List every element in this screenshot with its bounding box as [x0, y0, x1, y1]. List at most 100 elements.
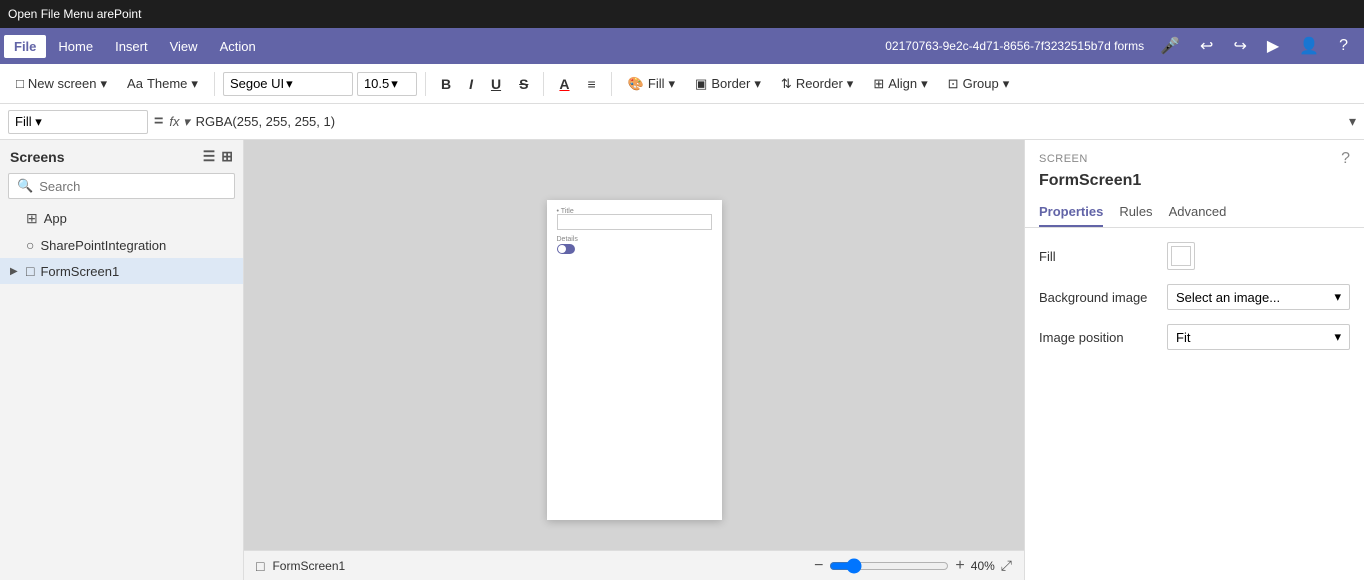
- menu-view[interactable]: View: [160, 35, 208, 58]
- text-align-button[interactable]: ≡: [581, 73, 603, 95]
- right-panel-title: FormScreen1: [1025, 172, 1364, 198]
- app-id: 02170763-9e2c-4d71-8656-7f3232515b7d for…: [885, 39, 1144, 53]
- mic-icon[interactable]: 🎤: [1156, 34, 1184, 58]
- zoom-slider[interactable]: [829, 558, 949, 574]
- group-chevron-icon: ▾: [1003, 76, 1010, 92]
- font-size-chevron-icon: ▾: [391, 76, 398, 92]
- reorder-button[interactable]: ⇅ Reorder ▾: [773, 72, 861, 96]
- background-image-property-row: Background image Select an image... ▾: [1039, 284, 1350, 310]
- underline-button[interactable]: U: [484, 73, 508, 95]
- search-box[interactable]: 🔍: [8, 173, 235, 199]
- fill-label: Fill: [1039, 249, 1159, 264]
- canvas-frame: • Title Details: [547, 200, 722, 520]
- menu-file[interactable]: File: [4, 35, 46, 58]
- toolbar-separator-4: [611, 72, 612, 96]
- font-family-dropdown[interactable]: Segoe UI ▾: [223, 72, 353, 96]
- image-position-property-row: Image position Fit ▾: [1039, 324, 1350, 350]
- screens-title: Screens: [10, 149, 64, 165]
- canvas-title-input: [557, 214, 712, 230]
- formscreen1-chevron-icon: ▶: [10, 266, 20, 277]
- formula-expand-icon[interactable]: ▾: [1349, 113, 1356, 130]
- undo-icon[interactable]: ↩: [1196, 34, 1217, 58]
- bold-button[interactable]: B: [434, 73, 458, 95]
- app-icon: ⊞: [26, 210, 38, 227]
- fill-value: [1167, 242, 1350, 270]
- reorder-icon: ⇅: [781, 76, 792, 92]
- tree-item-formscreen1[interactable]: ▶ □ FormScreen1: [0, 258, 243, 284]
- tab-rules[interactable]: Rules: [1119, 198, 1152, 227]
- menu-bar-right: 02170763-9e2c-4d71-8656-7f3232515b7d for…: [885, 34, 1360, 58]
- play-icon[interactable]: ▶: [1263, 34, 1283, 58]
- new-screen-icon: □: [16, 76, 24, 91]
- fill-chevron-icon: ▾: [669, 76, 676, 92]
- formula-input[interactable]: [196, 114, 1343, 129]
- toolbar-separator-1: [214, 72, 215, 96]
- new-screen-button[interactable]: □ New screen ▾: [8, 72, 115, 96]
- fx-label[interactable]: fx ▾: [169, 114, 189, 130]
- property-dropdown[interactable]: Fill ▾: [8, 110, 148, 134]
- title-bar-text: Open File Menu arePoint: [8, 7, 141, 21]
- user-icon[interactable]: 👤: [1295, 34, 1323, 58]
- strikethrough-button[interactable]: S: [512, 73, 535, 95]
- screen-thumbnail-icon: □: [256, 558, 264, 574]
- screens-panel: Screens ☰ ⊞ 🔍 ⊞ App ○ SharePointIntegrat…: [0, 140, 244, 580]
- new-screen-chevron-icon: ▾: [101, 76, 108, 92]
- align-chevron-icon: ▾: [921, 76, 928, 92]
- canvas-details-label: Details: [557, 236, 578, 243]
- toolbar: □ New screen ▾ Aa Theme ▾ Segoe UI ▾ 10.…: [0, 64, 1364, 104]
- font-color-button[interactable]: A: [552, 73, 576, 95]
- align-button[interactable]: ⊞ Align ▾: [865, 72, 935, 96]
- expand-icon[interactable]: ⤢: [1001, 557, 1012, 574]
- search-icon: 🔍: [17, 178, 33, 194]
- theme-chevron-icon: ▾: [191, 76, 198, 92]
- background-image-value: Select an image... ▾: [1167, 284, 1350, 310]
- right-panel-section-label: SCREEN: [1039, 153, 1088, 165]
- right-panel-help-icon[interactable]: ?: [1341, 150, 1350, 168]
- fill-color-swatch[interactable]: [1167, 242, 1195, 270]
- theme-icon: Aa: [127, 76, 143, 91]
- border-button[interactable]: ▣ Border ▾: [687, 72, 769, 96]
- tab-properties[interactable]: Properties: [1039, 198, 1103, 227]
- help-icon[interactable]: ?: [1335, 35, 1352, 57]
- equals-sign: =: [154, 113, 163, 131]
- border-icon: ▣: [695, 76, 707, 92]
- title-bar: Open File Menu arePoint: [0, 0, 1364, 28]
- background-image-chevron-icon: ▾: [1334, 289, 1341, 305]
- font-size-dropdown[interactable]: 10.5 ▾: [357, 72, 417, 96]
- zoom-minus-icon[interactable]: −: [814, 557, 823, 575]
- redo-icon[interactable]: ↪: [1229, 34, 1250, 58]
- italic-button[interactable]: I: [462, 73, 480, 95]
- menu-insert[interactable]: Insert: [105, 35, 158, 58]
- image-position-dropdown[interactable]: Fit ▾: [1167, 324, 1350, 350]
- tab-advanced[interactable]: Advanced: [1169, 198, 1227, 227]
- image-position-label: Image position: [1039, 330, 1159, 345]
- image-position-value: Fit ▾: [1167, 324, 1350, 350]
- canvas-area: • Title Details □ FormScreen1 − + 40% ⤢: [244, 140, 1024, 580]
- property-chevron-icon: ▾: [35, 114, 42, 129]
- formscreen1-icon: □: [26, 263, 34, 279]
- sharepoint-icon: ○: [26, 237, 34, 253]
- group-button[interactable]: ⊡ Group ▾: [940, 72, 1018, 96]
- right-panel: SCREEN ? FormScreen1 Properties Rules Ad…: [1024, 140, 1364, 580]
- fill-color-inner: [1171, 246, 1191, 266]
- font-family-chevron-icon: ▾: [286, 76, 293, 92]
- theme-button[interactable]: Aa Theme ▾: [119, 72, 206, 96]
- fill-icon: 🎨: [628, 76, 644, 92]
- menu-home[interactable]: Home: [48, 35, 103, 58]
- fill-button[interactable]: 🎨 Fill ▾: [620, 72, 683, 96]
- zoom-plus-icon[interactable]: +: [955, 557, 964, 575]
- canvas-toggle: [557, 244, 575, 254]
- fill-property-row: Fill: [1039, 242, 1350, 270]
- tree-item-app[interactable]: ⊞ App: [0, 205, 243, 232]
- list-view-icon[interactable]: ☰: [203, 148, 216, 165]
- status-screen-name: FormScreen1: [272, 559, 345, 573]
- formula-bar: Fill ▾ = fx ▾ ▾: [0, 104, 1364, 140]
- grid-view-icon[interactable]: ⊞: [221, 148, 233, 165]
- search-input[interactable]: [39, 179, 226, 194]
- status-bar: □ FormScreen1 − + 40% ⤢: [244, 550, 1024, 580]
- menu-action[interactable]: Action: [210, 35, 266, 58]
- background-image-label: Background image: [1039, 290, 1159, 305]
- tree-item-sharepointintegration[interactable]: ○ SharePointIntegration: [0, 232, 243, 258]
- toolbar-separator-2: [425, 72, 426, 96]
- background-image-dropdown[interactable]: Select an image... ▾: [1167, 284, 1350, 310]
